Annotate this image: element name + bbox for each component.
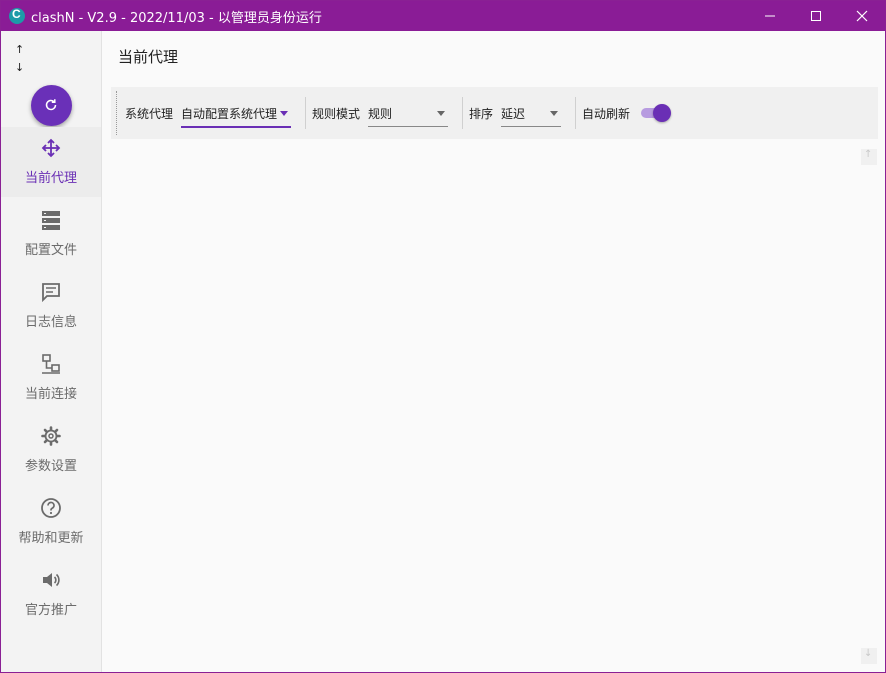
sidebar-item-logs[interactable]: 日志信息 bbox=[1, 271, 101, 341]
help-circle-icon bbox=[41, 498, 61, 518]
server-stack-icon bbox=[42, 211, 60, 230]
sidebar-item-current-proxy[interactable]: 当前代理 bbox=[1, 127, 101, 197]
refresh-icon bbox=[45, 99, 57, 111]
upload-speed-arrow: ↑ bbox=[15, 43, 25, 56]
sidebar-item-label: 官方推广 bbox=[24, 603, 77, 618]
chevron-down-icon bbox=[437, 111, 445, 116]
window-title: clashN - V2.9 - 2022/11/03 - 以管理员身份运行 bbox=[31, 11, 322, 26]
sidebar: ↑ ↓ 当前代理 配置文件 日志信息 当前连接 参数设置 帮助和更新 官方推广 bbox=[1, 31, 102, 672]
rule-mode-label: 规则模式 bbox=[312, 107, 361, 121]
sidebar-item-promotion[interactable]: 官方推广 bbox=[1, 559, 101, 629]
proxy-move-icon bbox=[41, 138, 61, 158]
system-proxy-value: 自动配置系统代理 bbox=[181, 107, 278, 121]
sort-label: 排序 bbox=[469, 107, 494, 121]
gear-icon bbox=[41, 426, 61, 446]
chevron-down-icon bbox=[280, 111, 288, 116]
sort-value: 延迟 bbox=[501, 107, 526, 121]
sidebar-item-settings[interactable]: 参数设置 bbox=[1, 415, 101, 485]
download-speed-arrow: ↓ bbox=[15, 61, 25, 74]
close-icon bbox=[856, 10, 868, 22]
chevron-down-icon bbox=[550, 111, 558, 116]
sidebar-item-label: 日志信息 bbox=[24, 315, 77, 330]
auto-refresh-label: 自动刷新 bbox=[582, 107, 631, 121]
toolbar-grip[interactable] bbox=[116, 91, 117, 135]
sidebar-item-label: 当前代理 bbox=[24, 171, 77, 186]
lan-icon bbox=[42, 354, 60, 374]
minimize-button[interactable] bbox=[747, 1, 793, 31]
sidebar-item-help-update[interactable]: 帮助和更新 bbox=[1, 487, 101, 557]
refresh-button[interactable] bbox=[31, 85, 72, 126]
toolbar-separator bbox=[305, 97, 306, 129]
sort-select[interactable]: 延迟 bbox=[501, 104, 561, 127]
app-window: C clashN - V2.9 - 2022/11/03 - 以管理员身份运行 … bbox=[0, 0, 886, 673]
speaker-icon bbox=[43, 573, 60, 587]
sidebar-item-label: 当前连接 bbox=[24, 387, 77, 402]
scroll-down-button[interactable]: ↓ bbox=[861, 648, 877, 664]
sidebar-item-label: 配置文件 bbox=[24, 243, 77, 258]
page-title: 当前代理 bbox=[118, 48, 179, 66]
rule-mode-value: 规则 bbox=[368, 107, 393, 121]
rule-mode-select[interactable]: 规则 bbox=[368, 104, 448, 127]
sidebar-item-connections[interactable]: 当前连接 bbox=[1, 343, 101, 413]
proxy-toolbar: 系统代理 自动配置系统代理 规则模式 规则 排序 延迟 自动刷新 bbox=[111, 87, 878, 139]
toggle-knob bbox=[653, 104, 671, 122]
maximize-button[interactable] bbox=[793, 1, 839, 31]
toolbar-separator bbox=[575, 97, 576, 129]
minimize-icon bbox=[765, 15, 775, 17]
sidebar-item-label: 帮助和更新 bbox=[18, 531, 84, 546]
system-proxy-select[interactable]: 自动配置系统代理 bbox=[181, 104, 291, 128]
arrow-down-icon: ↓ bbox=[864, 648, 873, 659]
toolbar-separator bbox=[462, 97, 463, 129]
message-icon bbox=[42, 283, 60, 303]
close-button[interactable] bbox=[839, 1, 885, 31]
auto-refresh-toggle[interactable] bbox=[641, 104, 671, 122]
system-proxy-label: 系统代理 bbox=[125, 107, 174, 121]
sidebar-item-profiles[interactable]: 配置文件 bbox=[1, 199, 101, 269]
arrow-up-icon: ↑ bbox=[864, 149, 873, 160]
app-icon: C bbox=[9, 7, 25, 24]
scroll-up-button[interactable]: ↑ bbox=[861, 149, 877, 165]
maximize-icon bbox=[811, 11, 821, 21]
title-bar[interactable]: C clashN - V2.9 - 2022/11/03 - 以管理员身份运行 bbox=[1, 1, 885, 31]
sidebar-item-label: 参数设置 bbox=[24, 459, 77, 474]
